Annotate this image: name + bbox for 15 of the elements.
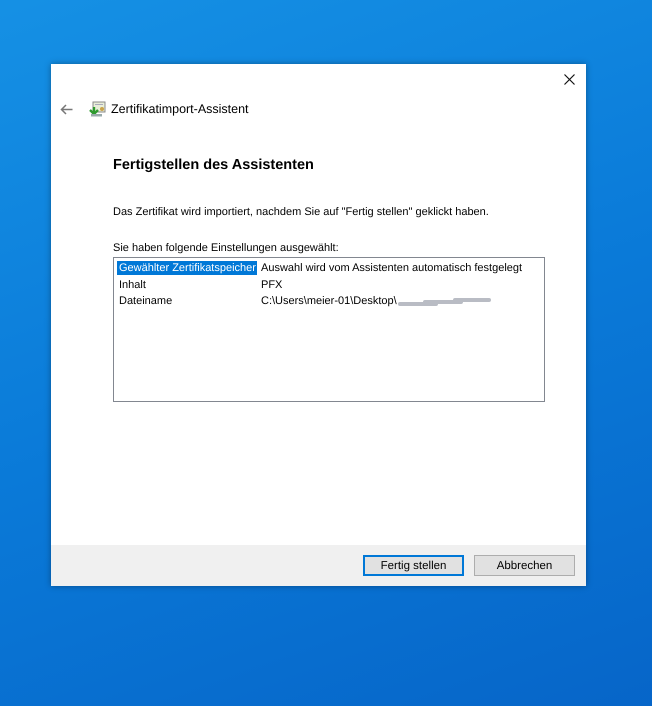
setting-value: PFX bbox=[261, 278, 282, 291]
wizard-title: Zertifikatimport-Assistent bbox=[111, 102, 249, 116]
dialog-button[interactable]: Fertig stellen bbox=[363, 555, 464, 576]
setting-value: C:\Users\meier-01\Desktop\ bbox=[261, 295, 397, 308]
dialog-button[interactable]: Abbrechen bbox=[474, 555, 575, 576]
back-arrow-icon[interactable] bbox=[60, 104, 73, 114]
page-heading: Fertigstellen des Assistenten bbox=[113, 157, 315, 173]
certificate-icon bbox=[89, 101, 106, 117]
setting-value: Auswahl wird vom Assistenten automatisch festgelegt bbox=[261, 262, 522, 274]
list-label: Sie haben folgende Einstellungen ausgewählt: bbox=[113, 242, 340, 254]
close-icon[interactable] bbox=[564, 74, 575, 84]
intro-text: Das Zertifikat wird importiert, nachdem Sie auf "Fertig stellen" geklickt haben. bbox=[113, 206, 490, 218]
setting-name[interactable]: Gewählter Zertifikatspeicher bbox=[117, 261, 257, 276]
setting-name[interactable]: Inhalt bbox=[117, 278, 257, 292]
setting-name[interactable]: Dateiname bbox=[117, 294, 257, 308]
